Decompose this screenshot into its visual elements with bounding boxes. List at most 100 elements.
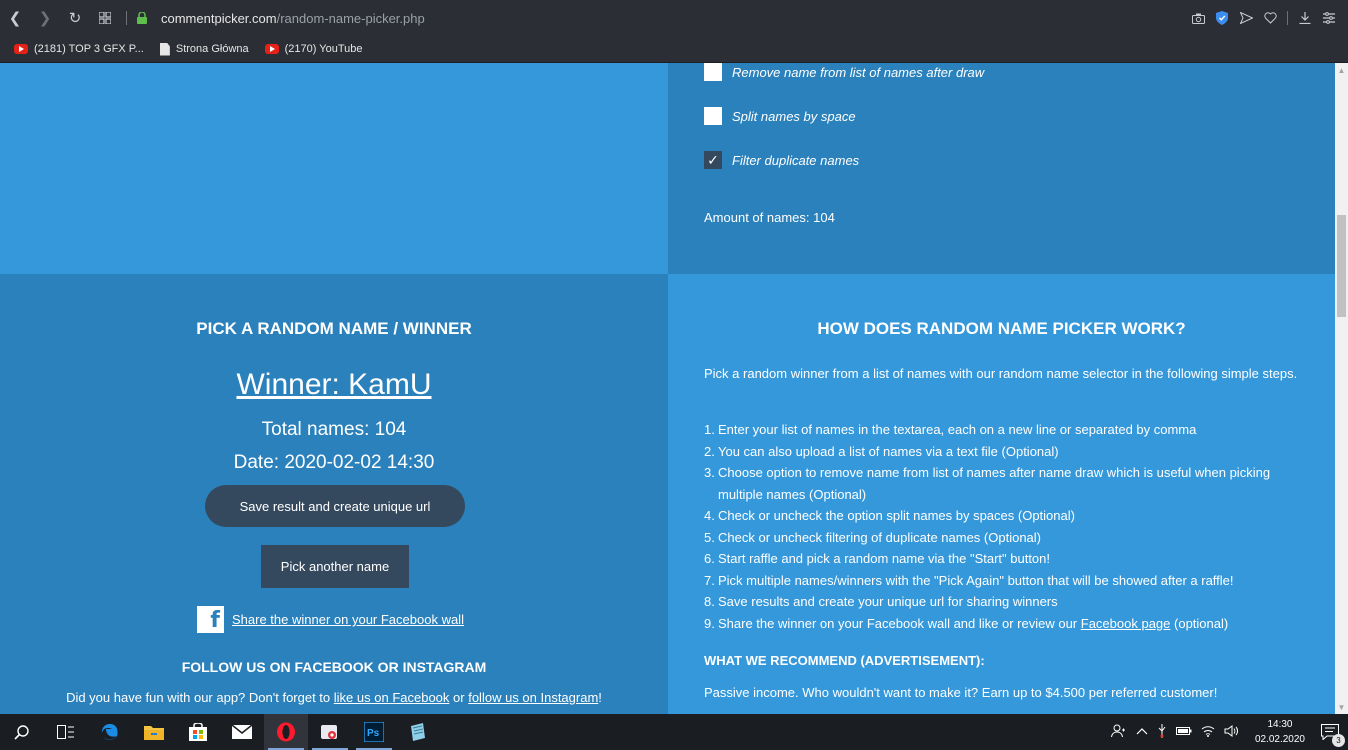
step-text: Check or uncheck the option split names … <box>718 508 1075 523</box>
usb-icon[interactable] <box>1157 723 1167 741</box>
bookmarks-bar: (2181) TOP 3 GFX P... Strona Główna (217… <box>0 36 1348 63</box>
easy-setup-icon[interactable] <box>1322 11 1336 25</box>
pick-another-button[interactable]: Pick another name <box>261 545 409 588</box>
task-view-icon[interactable] <box>44 714 88 750</box>
recommend-heading: WHAT WE RECOMMEND (ADVERTISEMENT): <box>704 653 985 668</box>
bookmark-item[interactable]: Strona Główna <box>159 42 249 56</box>
battery-icon[interactable] <box>1175 726 1192 739</box>
system-tray: 14:30 02.02.2020 3 <box>1110 714 1348 750</box>
scroll-down-icon[interactable]: ▼ <box>1335 700 1348 714</box>
how-intro: Pick a random winner from a list of name… <box>704 366 1298 381</box>
list-item: 3. Choose option to remove name from list… <box>704 462 1304 505</box>
edge-icon[interactable] <box>88 714 132 750</box>
snipping-tool-icon[interactable] <box>308 714 352 750</box>
step-number: 1. <box>704 422 715 437</box>
step-text: Choose option to remove name from list o… <box>718 465 1271 502</box>
share-facebook-link[interactable]: Share the winner on your Facebook wall <box>232 612 464 627</box>
instagram-follow-link[interactable]: follow us on Instagram <box>468 690 598 705</box>
follow-prefix: Did you have fun with our app? Don't for… <box>66 690 331 705</box>
download-icon[interactable] <box>1298 11 1312 25</box>
search-icon[interactable] <box>0 714 44 750</box>
list-item: 7. Pick multiple names/winners with the "… <box>704 570 1304 592</box>
chevron-up-icon[interactable] <box>1136 726 1148 738</box>
step-text: Check or uncheck filtering of duplicate … <box>718 529 1041 545</box>
notes-app-icon[interactable] <box>396 714 440 750</box>
clock-date: 02.02.2020 <box>1254 734 1305 745</box>
share-facebook[interactable]: f Share the winner on your Facebook wall <box>197 606 464 633</box>
windows-taskbar: Ps 14:30 02.02.2020 3 <box>0 714 1348 750</box>
textarea-panel <box>0 63 668 274</box>
notification-center-icon[interactable]: 3 <box>1320 722 1345 747</box>
camera-icon[interactable] <box>1191 11 1205 25</box>
browser-toolbar: ❮ ❯ ↻ commentpicker.com/random-name-pick… <box>0 0 1348 36</box>
amount-of-names: Amount of names: 104 <box>704 210 835 225</box>
scrollbar-thumb[interactable] <box>1337 215 1346 317</box>
forward-icon[interactable]: ❯ <box>30 0 60 36</box>
step-number: 9. <box>704 615 715 631</box>
people-icon[interactable] <box>1110 724 1127 741</box>
bookmark-item[interactable]: (2170) YouTube <box>264 43 363 55</box>
step-number: 2. <box>704 443 715 459</box>
step-number: 6. <box>704 551 715 566</box>
youtube-icon <box>14 44 28 54</box>
follow-text: Did you have fun with our app? Don't for… <box>0 690 668 705</box>
split-names-option[interactable]: Split names by space <box>704 107 856 125</box>
pick-winner-heading: PICK A RANDOM NAME / WINNER <box>196 319 472 338</box>
step-number: 7. <box>704 572 715 588</box>
page-content: Remove name from list of names after dra… <box>0 63 1335 714</box>
save-result-button[interactable]: Save result and create unique url <box>205 485 465 527</box>
clock-time: 14:30 <box>1267 719 1293 730</box>
lock-icon[interactable] <box>135 10 149 26</box>
volume-icon[interactable] <box>1224 724 1238 740</box>
shield-icon[interactable] <box>1215 11 1229 25</box>
page-scrollbar[interactable]: ▲ ▼ <box>1335 63 1348 714</box>
svg-text:Ps: Ps <box>367 728 380 739</box>
remove-name-checkbox[interactable] <box>704 63 722 81</box>
filter-duplicates-option[interactable]: ✓ Filter duplicate names <box>704 151 859 169</box>
scroll-up-icon[interactable]: ▲ <box>1335 63 1348 77</box>
split-names-checkbox[interactable] <box>704 107 722 125</box>
file-explorer-icon[interactable] <box>132 714 176 750</box>
list-item: 8. Save results and create your unique ur… <box>704 591 1304 613</box>
remove-name-option[interactable]: Remove name from list of names after dra… <box>704 63 984 81</box>
step-text: Share the winner on your Facebook wall a… <box>718 615 1078 631</box>
winner-name: Winner: KamU <box>236 368 432 401</box>
wifi-icon[interactable] <box>1201 725 1215 740</box>
mail-icon[interactable] <box>220 714 264 750</box>
follow-or: or <box>453 690 465 705</box>
step-text: You can also upload a list of names via … <box>718 443 1059 459</box>
steps-list: 1. Enter your list of names in the textar… <box>704 419 1304 634</box>
filter-duplicates-checkbox[interactable]: ✓ <box>704 151 722 169</box>
youtube-icon <box>264 44 279 54</box>
tabs-grid-icon[interactable] <box>90 0 120 36</box>
document-icon <box>159 42 170 56</box>
toolbar-divider <box>1287 11 1288 25</box>
step-number: 3. <box>704 465 715 480</box>
store-icon[interactable] <box>176 714 220 750</box>
system-clock[interactable]: 14:30 02.02.2020 <box>1255 717 1305 747</box>
follow-suffix: ! <box>598 690 602 705</box>
step-text: Enter your list of names in the textarea… <box>718 422 1197 437</box>
url-path: /random-name-picker.php <box>276 10 425 26</box>
bookmark-label: (2170) YouTube <box>284 43 363 55</box>
facebook-page-link[interactable]: Facebook page <box>1081 616 1171 631</box>
bookmark-label: Strona Główna <box>175 43 249 55</box>
back-icon[interactable]: ❮ <box>0 0 30 36</box>
opera-icon[interactable] <box>264 714 308 750</box>
list-item: 4. Check or uncheck the option split name… <box>704 505 1304 527</box>
heart-icon[interactable] <box>1263 11 1277 25</box>
photoshop-icon[interactable]: Ps <box>352 714 396 750</box>
facebook-like-link[interactable]: like us on Facebook <box>334 690 450 705</box>
list-item: 9. Share the winner on your Facebook wall… <box>704 613 1304 635</box>
step-number: 4. <box>704 508 715 523</box>
filter-duplicates-label: Filter duplicate names <box>732 152 860 168</box>
reload-icon[interactable]: ↻ <box>60 0 90 36</box>
bookmark-label: (2181) TOP 3 GFX P... <box>34 43 144 55</box>
follow-heading: FOLLOW US ON FACEBOOK OR INSTAGRAM <box>181 659 487 675</box>
address-bar[interactable]: commentpicker.com/random-name-picker.php <box>161 11 425 26</box>
send-icon[interactable] <box>1239 11 1253 25</box>
options-panel: Remove name from list of names after dra… <box>668 63 1335 274</box>
list-item: 6. Start raffle and pick a random name vi… <box>704 548 1304 570</box>
bookmark-item[interactable]: (2181) TOP 3 GFX P... <box>14 43 144 55</box>
split-names-label: Split names by space <box>732 108 856 124</box>
